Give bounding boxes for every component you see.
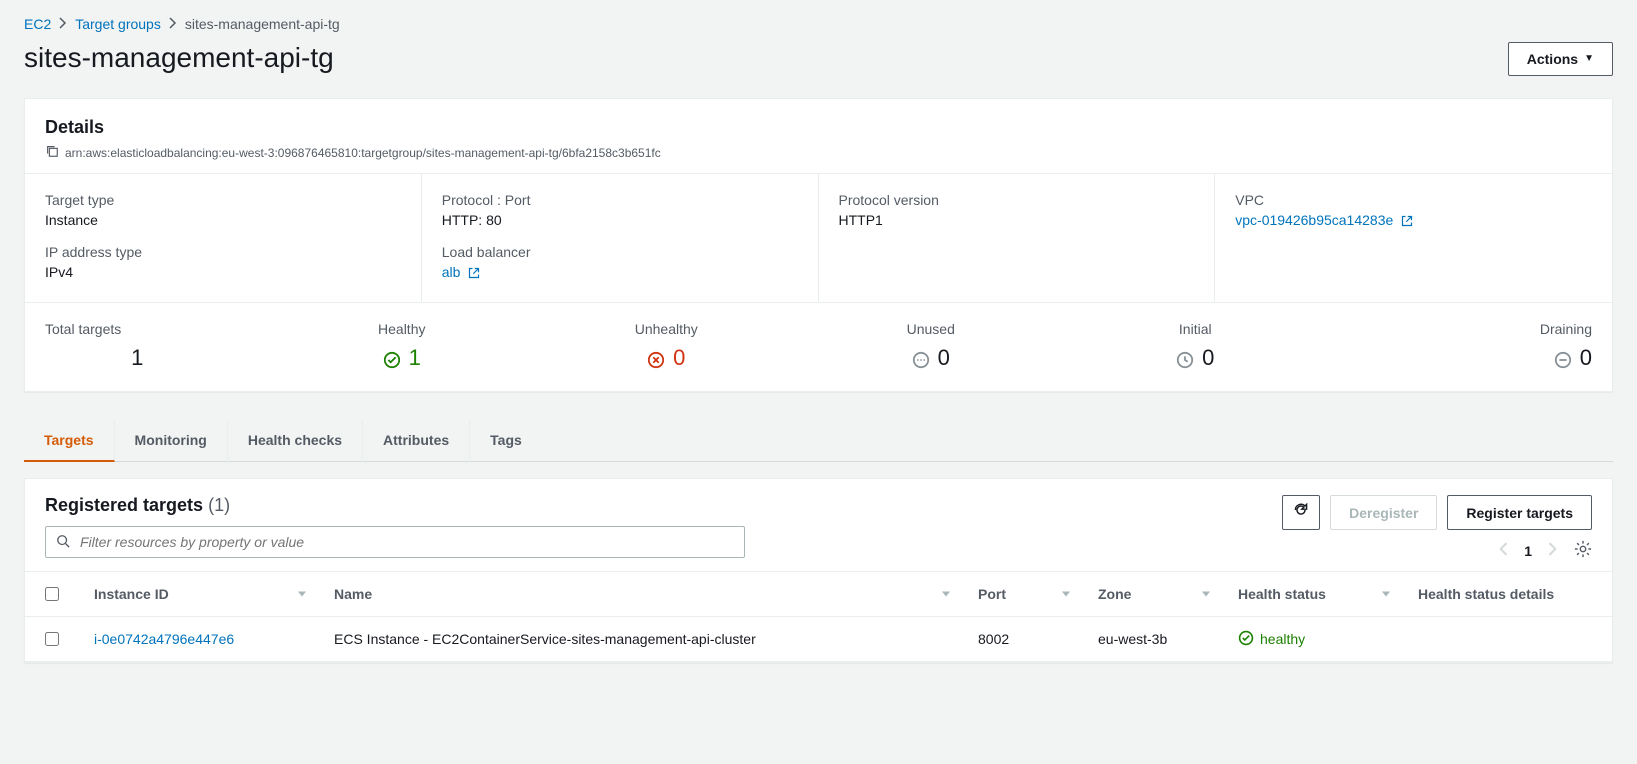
caret-down-icon: ▼ [1584,49,1594,69]
initial-value: 0 [1202,345,1214,371]
registered-targets-count: (1) [208,495,230,515]
targets-table: Instance ID Name Port Zone Health status… [25,571,1612,662]
register-targets-button[interactable]: Register targets [1447,495,1592,530]
actions-button[interactable]: Actions ▼ [1508,42,1613,76]
select-all-checkbox[interactable] [45,587,59,601]
row-checkbox[interactable] [45,632,59,646]
row-zone: eu-west-3b [1082,617,1222,662]
breadcrumb-parent[interactable]: Target groups [75,16,161,32]
col-zone[interactable]: Zone [1082,572,1222,617]
row-health-status: healthy [1260,631,1305,647]
tab-health-checks[interactable]: Health checks [228,420,363,462]
tab-attributes[interactable]: Attributes [363,420,470,462]
total-targets-label: Total targets [45,321,270,337]
healthy-label: Healthy [270,321,535,337]
load-balancer-label: Load balancer [442,244,798,260]
unused-label: Unused [799,321,1064,337]
breadcrumb-root[interactable]: EC2 [24,16,51,32]
ip-address-type-label: IP address type [45,244,401,260]
gear-icon[interactable] [1574,540,1592,561]
ip-address-type-value: IPv4 [45,264,401,280]
refresh-button[interactable] [1282,495,1320,530]
filter-input[interactable] [78,533,734,551]
row-name: ECS Instance - EC2ContainerService-sites… [318,617,962,662]
target-type-value: Instance [45,212,401,228]
tab-targets[interactable]: Targets [24,420,115,462]
actions-button-label: Actions [1527,49,1578,69]
status-unused-icon [912,349,930,367]
status-healthy-icon [1238,630,1254,649]
details-heading: Details [45,117,1592,138]
search-icon [56,534,70,551]
pager-prev[interactable] [1498,542,1508,559]
details-panel: Details arn:aws:elasticloadbalancing:eu-… [24,98,1613,392]
col-port[interactable]: Port [962,572,1082,617]
tab-monitoring[interactable]: Monitoring [115,420,228,462]
breadcrumb: EC2 Target groups sites-management-api-t… [24,16,1613,32]
unhealthy-value: 0 [673,345,685,371]
protocol-version-value: HTTP1 [839,212,1195,228]
refresh-icon [1293,502,1309,523]
external-link-icon [1401,214,1413,230]
target-type-label: Target type [45,192,401,208]
copy-icon[interactable] [45,144,59,161]
status-draining-icon [1554,349,1572,367]
registered-targets-panel: Registered targets (1) [24,478,1613,663]
row-health-details [1402,617,1612,662]
page-title: sites-management-api-tg [24,42,334,74]
protocol-port-label: Protocol : Port [442,192,798,208]
chevron-right-icon [169,16,177,32]
draining-value: 0 [1580,345,1592,371]
status-initial-icon [1176,349,1194,367]
instance-id-link[interactable]: i-0e0742a4796e447e6 [94,631,234,647]
vpc-label: VPC [1235,192,1592,208]
arn-text: arn:aws:elasticloadbalancing:eu-west-3:0… [65,146,661,160]
healthy-value: 1 [409,345,421,371]
table-row: i-0e0742a4796e447e6 ECS Instance - EC2Co… [25,617,1612,662]
tab-tags[interactable]: Tags [470,420,542,462]
draining-label: Draining [1368,321,1593,337]
pager-next[interactable] [1548,542,1558,559]
col-health-details[interactable]: Health status details [1402,572,1612,617]
load-balancer-link[interactable]: alb [442,264,461,280]
pager-page: 1 [1524,543,1532,559]
unhealthy-label: Unhealthy [534,321,799,337]
deregister-button[interactable]: Deregister [1330,495,1437,530]
col-health-status[interactable]: Health status [1222,572,1402,617]
initial-label: Initial [1063,321,1328,337]
protocol-port-value: HTTP: 80 [442,212,798,228]
filter-input-wrap[interactable] [45,526,745,558]
row-port: 8002 [962,617,1082,662]
total-targets-value: 1 [5,345,270,371]
col-instance-id[interactable]: Instance ID [78,572,318,617]
external-link-icon [468,266,480,282]
registered-targets-heading: Registered targets [45,495,203,515]
status-healthy-icon [383,349,401,367]
vpc-link[interactable]: vpc-019426b95ca14283e [1235,212,1393,228]
status-unhealthy-icon [647,349,665,367]
col-name[interactable]: Name [318,572,962,617]
protocol-version-label: Protocol version [839,192,1195,208]
chevron-right-icon [59,16,67,32]
unused-value: 0 [938,345,950,371]
breadcrumb-current: sites-management-api-tg [185,16,340,32]
tabs: Targets Monitoring Health checks Attribu… [24,420,1613,462]
